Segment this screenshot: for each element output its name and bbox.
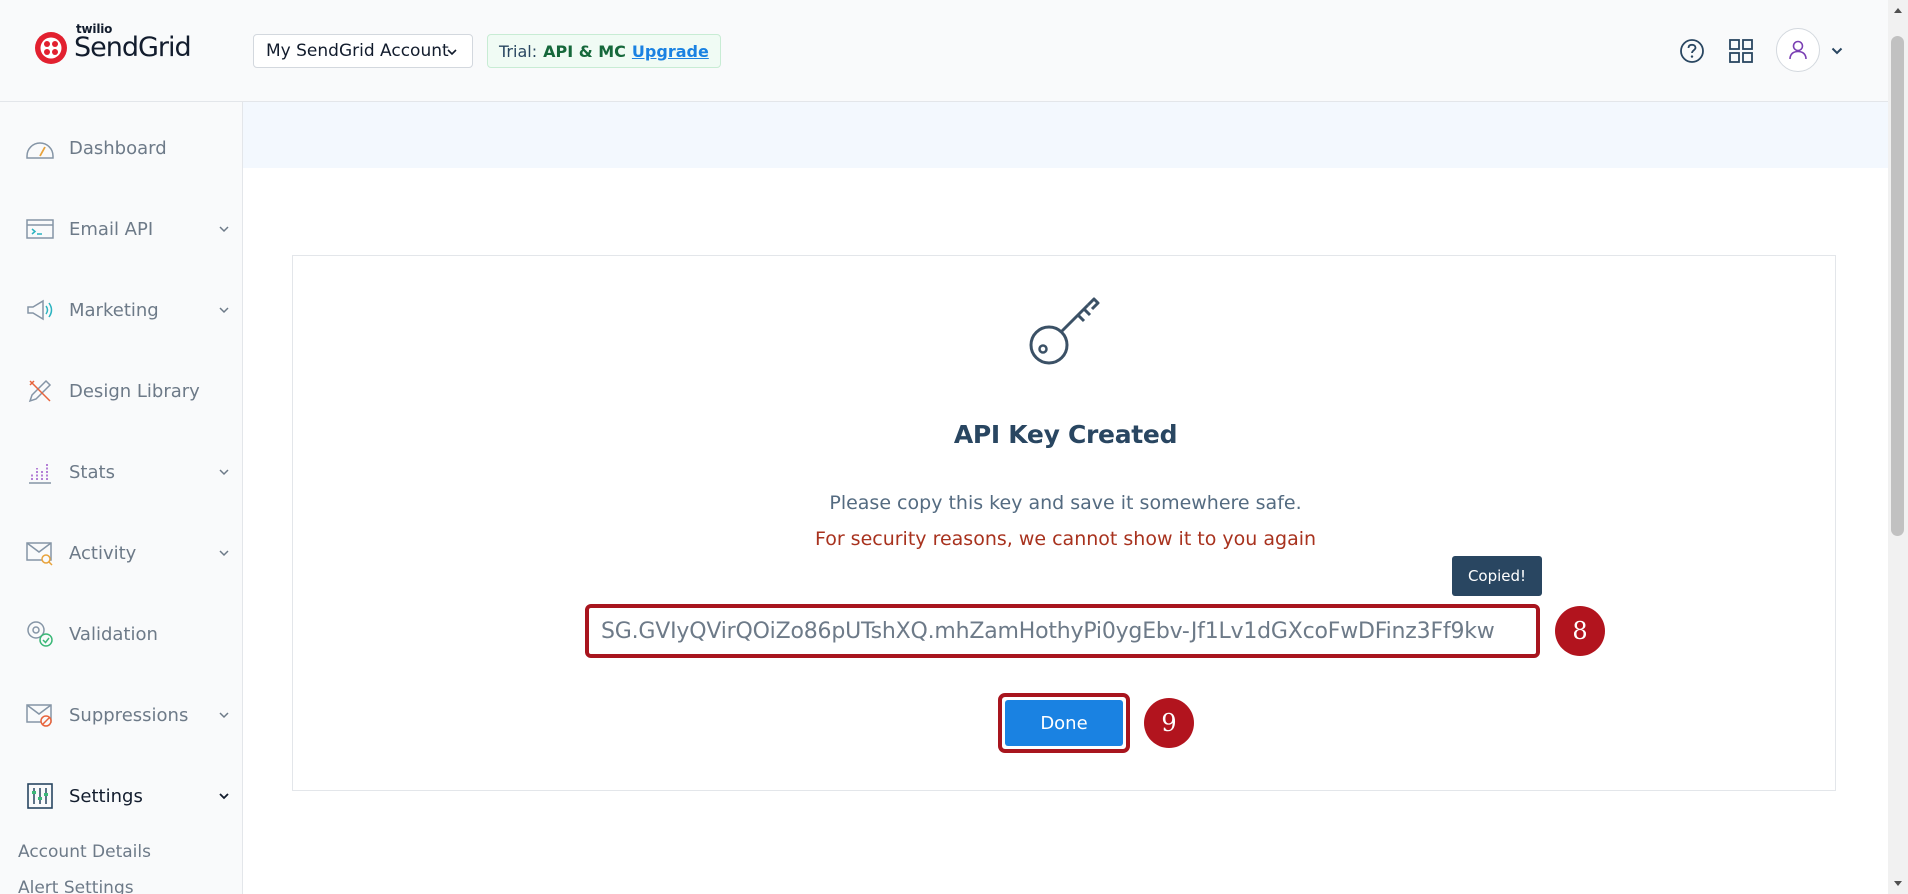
scrollbar-thumb[interactable] (1891, 36, 1904, 536)
sidebar-item-marketing[interactable]: Marketing (0, 280, 242, 340)
sidebar-item-dashboard[interactable]: Dashboard (0, 118, 242, 178)
step-badge-8: 8 (1555, 606, 1605, 656)
sidebar-item-email-api[interactable]: Email API (0, 199, 242, 259)
sendgrid-logo[interactable]: twilio SendGrid (34, 22, 192, 66)
sidebar-item-activity[interactable]: Activity (0, 523, 242, 583)
sidebar-item-label: Settings (69, 785, 143, 807)
design-pencil-icon (24, 375, 56, 407)
sidebar-item-settings[interactable]: Settings (0, 766, 242, 826)
logo-twilio-text: twilio (76, 22, 113, 36)
email-api-icon (24, 213, 56, 245)
sidebar-item-validation[interactable]: Validation (0, 604, 242, 664)
security-warning-text: For security reasons, we cannot show it … (814, 528, 1317, 550)
sidebar-item-label: Marketing (69, 299, 159, 321)
megaphone-icon (24, 294, 56, 326)
sidebar-item-label: Dashboard (69, 137, 167, 159)
dashboard-gauge-icon (24, 132, 56, 164)
sidebar-item-label: Design Library (69, 380, 200, 402)
chevron-down-icon (219, 793, 229, 800)
stats-chart-icon (24, 456, 56, 488)
sidebar-item-design-library[interactable]: Design Library (0, 361, 242, 421)
step-badge-9: 9 (1144, 698, 1194, 748)
copied-tooltip: Copied! (1452, 556, 1542, 596)
page-title: API Key Created (953, 420, 1178, 449)
sidebar-item-label: Email API (69, 218, 154, 240)
sidebar-nav: Dashboard Email API Marketing Design Lib… (0, 102, 243, 894)
chevron-down-icon (219, 226, 229, 233)
sidebar-item-suppressions[interactable]: Suppressions (0, 685, 242, 745)
sidebar-item-stats[interactable]: Stats (0, 442, 242, 502)
sidebar-item-label: Stats (69, 461, 115, 483)
done-button-highlight: Done (998, 693, 1130, 753)
sidebar-subitem-alert-settings[interactable]: Alert Settings (18, 878, 134, 894)
sidebar-item-label: Activity (69, 542, 137, 564)
chevron-down-icon (219, 550, 229, 557)
settings-sliders-icon (24, 780, 56, 812)
card-content: API Key Created Please copy this key and… (243, 0, 1888, 894)
validation-at-icon (24, 618, 56, 650)
scroll-down-arrow-icon[interactable] (1892, 878, 1904, 890)
chevron-down-icon (219, 469, 229, 476)
scroll-up-arrow-icon[interactable] (1892, 4, 1904, 16)
api-key-field[interactable]: SG.GVIyQVirQOiZo86pUTshXQ.mhZamHothyPi0y… (585, 604, 1540, 658)
activity-envelope-icon (24, 537, 56, 569)
copy-instruction-text: Please copy this key and save it somewhe… (829, 492, 1302, 514)
suppression-envelope-icon (24, 699, 56, 731)
done-button[interactable]: Done (1005, 700, 1123, 746)
sidebar-item-label: Suppressions (69, 704, 189, 726)
logo-sendgrid-text: SendGrid (74, 32, 192, 63)
chevron-down-icon (219, 712, 229, 719)
logo-text: twilio SendGrid (74, 22, 192, 66)
chevron-down-icon (219, 307, 229, 314)
twilio-logo-icon (35, 32, 67, 64)
sidebar-subitem-account-details[interactable]: Account Details (18, 842, 151, 862)
sidebar-item-label: Validation (69, 623, 158, 645)
